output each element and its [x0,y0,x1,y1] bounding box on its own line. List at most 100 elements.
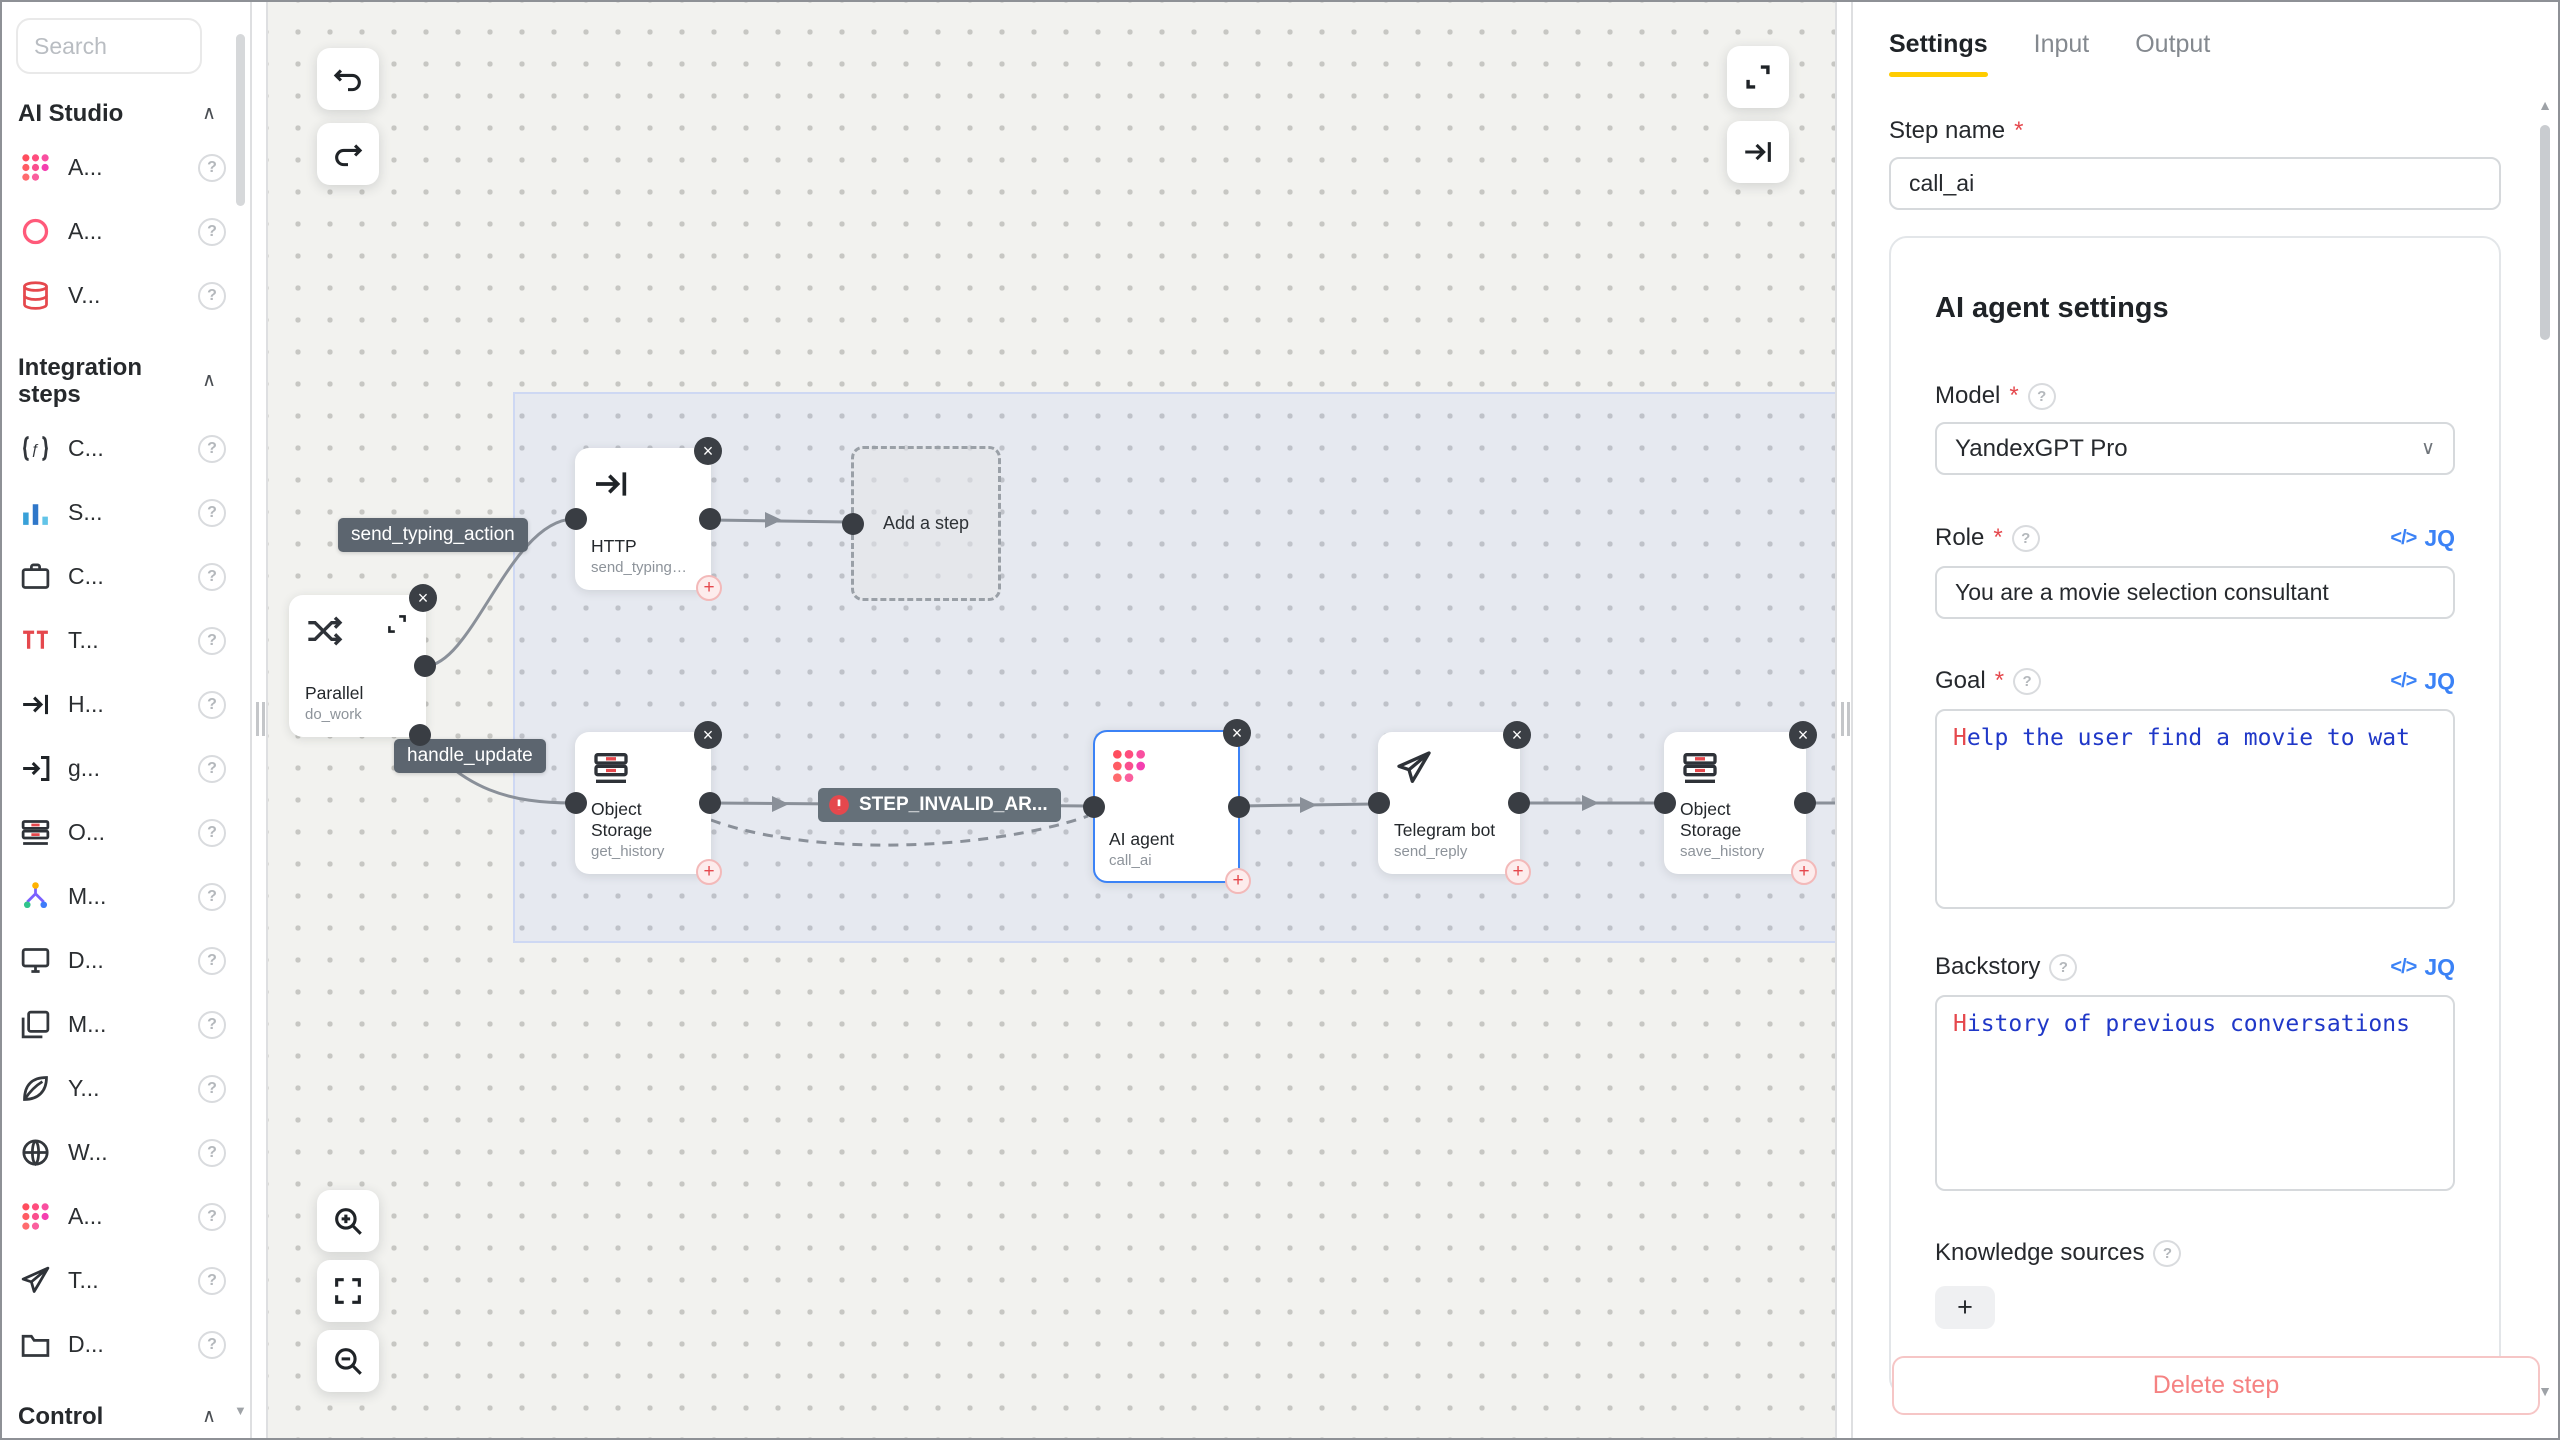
scroll-up-icon[interactable]: ▲ [2535,97,2555,113]
sidebar-item-display[interactable]: D... ? [16,929,226,993]
edge-error-badge[interactable]: STEP_INVALID_AR... [818,788,1061,822]
sidebar-item-ai-agent-2[interactable]: A... ? [16,1185,226,1249]
section-integration-steps[interactable]: Integration steps ∧ [18,354,216,409]
delete-node-button[interactable]: × [1223,719,1251,747]
goal-jq-toggle[interactable]: </> JQ [2390,668,2455,695]
left-resize-divider[interactable] [250,2,268,1438]
resize-grip-icon[interactable] [256,702,265,736]
section-ai-studio[interactable]: AI Studio ∧ [18,100,216,128]
node-object-storage-get-history[interactable]: Object Storage get_history × + [575,732,711,874]
goal-textarea[interactable]: Help the user find a movie to wat [1935,709,2455,909]
sidebar-scrollbar[interactable]: ▼ [236,30,245,1420]
add-connection-button[interactable]: + [1791,859,1817,885]
help-icon[interactable]: ? [198,883,226,911]
scroll-down-icon[interactable]: ▼ [234,1403,247,1418]
node-http[interactable]: HTTP send_typing_acti... × + [575,448,711,590]
output-port[interactable] [699,508,721,530]
tab-input[interactable]: Input [2034,30,2090,77]
search-input[interactable] [16,18,202,74]
input-port[interactable] [1083,796,1105,818]
output-port[interactable] [1794,792,1816,814]
fit-view-button[interactable] [317,1260,379,1322]
sidebar-item-object-storage[interactable]: O... ? [16,801,226,865]
scrollbar-thumb[interactable] [236,34,245,206]
delete-step-button[interactable]: Delete step [1892,1356,2540,1415]
scroll-down-icon[interactable]: ▼ [2535,1383,2555,1399]
sidebar-item-branch[interactable]: M... ? [16,865,226,929]
redo-button[interactable] [317,123,379,185]
node-object-storage-save-history[interactable]: Object Storage save_history × + [1664,732,1806,874]
add-connection-button[interactable]: + [696,575,722,601]
delete-node-button[interactable]: × [694,437,722,465]
help-icon[interactable]: ? [198,218,226,246]
sidebar-item-function[interactable]: ƒ C... ? [16,417,226,481]
help-icon[interactable]: ? [198,755,226,783]
help-icon[interactable]: ? [2013,668,2041,695]
sidebar-item-ai-agent[interactable]: A... ? [16,136,226,200]
help-icon[interactable]: ? [198,819,226,847]
output-port-2[interactable] [409,724,431,746]
help-icon[interactable]: ? [198,1075,226,1103]
input-port[interactable] [1368,792,1390,814]
help-icon[interactable]: ? [2028,383,2056,410]
node-parallel[interactable]: Parallel do_work × [289,595,426,737]
add-knowledge-source-button[interactable]: + [1935,1286,1995,1329]
add-connection-button[interactable]: + [1225,868,1251,894]
help-icon[interactable]: ? [198,1203,226,1231]
sidebar-item-vector-store[interactable]: V... ? [16,264,226,328]
help-icon[interactable]: ? [198,1267,226,1295]
zoom-in-button[interactable] [317,1190,379,1252]
output-port[interactable] [414,655,436,677]
edge-label-send-typing-action[interactable]: send_typing_action [338,518,528,552]
help-icon[interactable]: ? [198,691,226,719]
add-connection-button[interactable]: + [1505,859,1531,885]
tab-settings[interactable]: Settings [1889,30,1988,77]
help-icon[interactable]: ? [198,627,226,655]
sidebar-item-docs[interactable]: D... ? [16,1313,226,1377]
sidebar-item-http[interactable]: H... ? [16,673,226,737]
input-port[interactable] [842,513,864,535]
workflow-canvas[interactable]: send_typing_action handle_update STEP_IN… [268,2,1835,1438]
add-connection-button[interactable]: + [696,859,722,885]
delete-node-button[interactable]: × [694,721,722,749]
backstory-textarea[interactable]: History of previous conversations [1935,995,2455,1191]
help-icon[interactable]: ? [198,435,226,463]
help-icon[interactable]: ? [2012,525,2040,552]
auto-layout-button[interactable] [1727,46,1789,108]
sidebar-item-tracker[interactable]: T... ? [16,609,226,673]
sidebar-item-chart[interactable]: S... ? [16,481,226,545]
backstory-jq-toggle[interactable]: </> JQ [2390,954,2455,981]
collapse-panel-button[interactable] [1727,121,1789,183]
sidebar-item-container[interactable]: C... ? [16,545,226,609]
panel-scrollbar[interactable]: ▲ ▼ [2535,97,2555,1399]
help-icon[interactable]: ? [198,1011,226,1039]
role-jq-toggle[interactable]: </> JQ [2390,525,2455,552]
right-resize-divider[interactable] [1835,2,1853,1438]
node-telegram-bot[interactable]: Telegram bot send_reply × + [1378,732,1520,874]
input-port[interactable] [1654,792,1676,814]
zoom-out-button[interactable] [317,1330,379,1392]
delete-node-button[interactable]: × [1789,721,1817,749]
step-name-input[interactable] [1889,157,2501,210]
help-icon[interactable]: ? [198,499,226,527]
help-icon[interactable]: ? [2153,1240,2181,1267]
output-port[interactable] [1228,796,1250,818]
output-port[interactable] [699,792,721,814]
model-select[interactable]: YandexGPT Pro ∨ [1935,422,2455,475]
sidebar-item-telegram[interactable]: T... ? [16,1249,226,1313]
resize-grip-icon[interactable] [1841,702,1850,736]
role-input[interactable] [1935,566,2455,619]
undo-button[interactable] [317,48,379,110]
node-ai-agent[interactable]: AI agent call_ai × + [1093,730,1240,883]
help-icon[interactable]: ? [198,947,226,975]
help-icon[interactable]: ? [198,1139,226,1167]
sidebar-item-feather[interactable]: Y... ? [16,1057,226,1121]
help-icon[interactable]: ? [198,1331,226,1359]
sidebar-item-web[interactable]: W... ? [16,1121,226,1185]
section-control[interactable]: Control ∧ [18,1403,216,1431]
add-step-placeholder[interactable]: Add a step [851,446,1001,601]
help-icon[interactable]: ? [198,563,226,591]
sidebar-item-assistant[interactable]: A... ? [16,200,226,264]
scrollbar-thumb[interactable] [2540,125,2550,340]
sidebar-item-grpc[interactable]: g... ? [16,737,226,801]
